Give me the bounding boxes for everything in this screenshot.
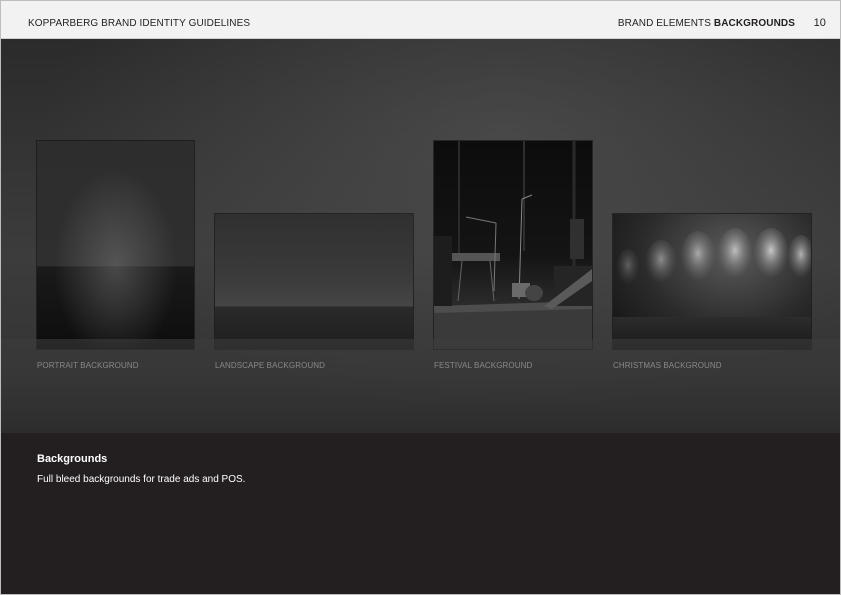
- christmas-background-label: CHRISTMAS BACKGROUND: [613, 361, 722, 370]
- festival-background-label: FESTIVAL BACKGROUND: [434, 361, 533, 370]
- landscape-background-image: [215, 214, 413, 349]
- christmas-floor: [613, 317, 811, 349]
- page-number: 10: [813, 17, 826, 29]
- portrait-background-image: [37, 141, 194, 349]
- document-title: KOPPARBERG BRAND IDENTITY GUIDELINES: [28, 18, 251, 29]
- christmas-background-image: [613, 214, 811, 349]
- landscape-background-label: LANDSCAPE BACKGROUND: [215, 361, 326, 370]
- portrait-background-label: PORTRAIT BACKGROUND: [37, 361, 139, 370]
- backgrounds-showcase: PORTRAIT BACKGROUND LANDSCAPE BACKGROUND…: [1, 39, 840, 433]
- section-name: BACKGROUNDS: [713, 18, 795, 29]
- festival-stage-illustration: [434, 141, 592, 349]
- document-page: KOPPARBERG BRAND IDENTITY GUIDELINES BRA…: [0, 0, 841, 595]
- page-header: KOPPARBERG BRAND IDENTITY GUIDELINES BRA…: [1, 1, 840, 39]
- section-prefix: BRAND ELEMENTS: [617, 18, 711, 29]
- section-description: Full bleed backgrounds for trade ads and…: [37, 474, 246, 485]
- festival-background-image: [434, 141, 592, 349]
- section-heading: Backgrounds: [37, 453, 108, 465]
- section-title: BRAND ELEMENTS BACKGROUNDS: [618, 18, 795, 29]
